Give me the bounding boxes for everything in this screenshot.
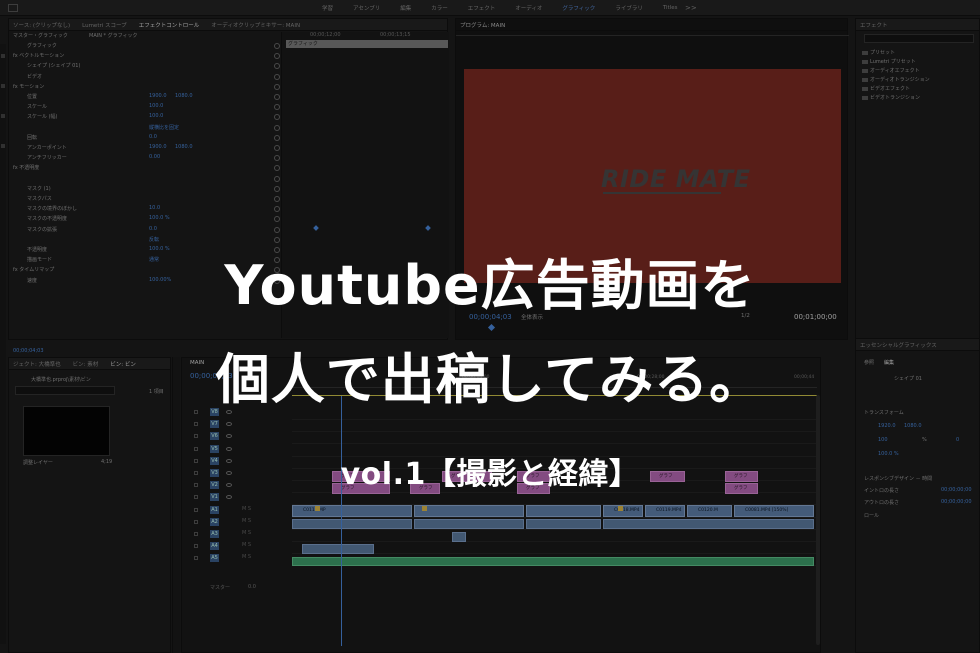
dark-overlay [0, 0, 980, 653]
headline-line-2: 個人で出稿してみる。 [215, 348, 765, 411]
headline-subtitle: vol.1【撮影と経緯】 [340, 457, 640, 492]
headline-line-1: Youtube広告動画を [224, 254, 756, 317]
